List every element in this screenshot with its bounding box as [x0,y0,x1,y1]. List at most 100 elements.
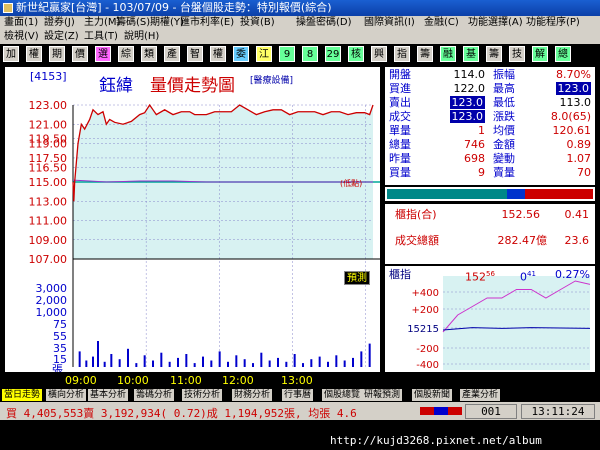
toolbar-button[interactable]: 29 [325,46,341,62]
volume-bar [185,354,188,367]
volume-bar [177,357,179,367]
menu-item[interactable]: 設定(Z) [44,30,79,44]
toolbar-button[interactable]: 核 [348,46,364,62]
toolbar-button[interactable]: 江 [256,46,272,62]
menu-item[interactable]: 期權(Y) [150,16,184,30]
y-tick-label: 113.00 [29,195,68,208]
toolbar-button[interactable]: 加 [3,46,19,62]
bvol-value: 9 [478,166,485,179]
toolbar-button[interactable]: 9 [279,46,295,62]
last-label: 成交 [389,110,411,123]
toolbar-button[interactable]: 8 [302,46,318,62]
menu-item[interactable]: 籌碼(S) [116,16,150,30]
toolbar-button[interactable]: 指 [394,46,410,62]
toolbar-button[interactable]: 籌 [417,46,433,62]
app-icon [3,3,13,13]
turnover-change: 23.6 [564,234,590,247]
menu-item[interactable]: 投資(B) [240,16,275,30]
high-value: 123.0 [555,82,591,95]
menu-item[interactable]: 檢視(V) [4,30,39,44]
toolbar-button[interactable]: 智 [187,46,203,62]
tab-item[interactable]: 研報預測 [362,389,404,401]
volume-bar [285,361,288,367]
volume-bar [118,359,121,367]
y-tick-label: 121.00 [29,118,68,131]
volume-bar [202,356,204,367]
toolbar-button[interactable]: 價 [72,46,88,62]
toolbar-button[interactable]: 籌 [486,46,502,62]
toolbar-button[interactable]: 權 [210,46,226,62]
amp-value: 8.70% [556,68,591,81]
y-tick-label: 109.00 [29,234,68,247]
volume-bar [235,355,238,367]
volume-bar [277,357,279,367]
tab-item[interactable]: 財務分析 [232,389,274,401]
volume-bar [103,361,106,367]
tab-item[interactable]: 行事曆 [282,389,315,401]
menu-item[interactable]: 畫面(1) [4,16,38,30]
toolbar-button[interactable]: 技 [509,46,525,62]
toolbar-button[interactable]: 綜 [118,46,134,62]
index-minichart-panel[interactable]: +400 +200 15215 -200 -400 櫃指 15256 041 0.27% [385,266,595,372]
tab-item[interactable]: 當日走勢 [2,389,44,401]
tab-item[interactable]: 技術分析 [182,389,224,401]
volume-bar [143,355,146,367]
toolbar-button[interactable]: 委 [233,46,249,62]
tab-item[interactable]: 籌碼分析 [134,389,176,401]
avg-label: 均價 [493,124,515,137]
volume-bar [193,363,196,367]
menu-item[interactable]: 說明(H) [124,30,159,44]
volume-bar [135,363,138,367]
toolbar-button[interactable]: 基 [463,46,479,62]
volume-bar [210,360,213,367]
volume-bar [152,360,154,367]
y-tick-label: 111.00 [29,215,68,228]
toolbar-button[interactable]: 類 [141,46,157,62]
menu-item[interactable]: 功能程序(P) [526,16,580,30]
menu-item[interactable]: 匯市利率(E) [180,16,234,30]
title-bar: 新世紀贏家[台灣] - 103/07/09 - 台盤個股走勢：特別報價(綜合) [0,0,600,16]
toolbar-button[interactable]: 選 [95,46,111,62]
index-chart-pct: 0.27% [555,268,590,281]
toolbar-button[interactable]: 產 [164,46,180,62]
volume-bar [243,359,246,367]
turn-value: 1.07 [566,152,592,165]
buy-sell-ratio-bar [385,187,595,201]
y-tick-label: 115.00 [29,176,68,189]
tab-item[interactable]: 個股新聞 [412,389,454,401]
toolbar-button[interactable]: 融 [440,46,456,62]
menu-item[interactable]: 工具(T) [84,30,118,44]
menu-item[interactable]: 證券(J) [44,16,75,30]
unit-label: 單量 [389,124,411,137]
toolbar-button[interactable]: 興 [371,46,387,62]
volume-bar [227,361,229,367]
svol-value: 70 [577,166,591,179]
menu-item[interactable]: 操盤密碼(D) [296,16,352,30]
toolbar-button[interactable]: 權 [26,46,42,62]
toolbar-button[interactable]: 總 [555,46,571,62]
yvol-value: 698 [464,152,485,165]
industry-label[interactable]: [醫療設備] [250,73,293,86]
x-tick-label: 13:00 [281,374,313,387]
menu-item[interactable]: 國際資訊(I) [364,16,415,30]
otc-index-value: 152.56 [501,208,541,221]
price-chart-panel[interactable]: 107.00 109.00 111.00 113.00 115.00 116.50 117.… [5,67,380,372]
tab-item[interactable]: 產業分析 [460,389,502,401]
toolbar-button[interactable]: 解 [532,46,548,62]
avg-value: 120.61 [552,124,592,137]
volume-bar [97,341,99,367]
index-tick-label: +200 [412,305,439,316]
forecast-button[interactable]: 預測 [344,271,370,285]
menu-item[interactable]: 功能選擇(A) [468,16,523,30]
amt-value: 0.89 [566,138,592,151]
x-tick-label: 11:00 [170,374,202,387]
tab-item[interactable]: 基本分析 [88,389,130,401]
otc-index-label: 櫃指(合) [395,208,437,221]
bid-label: 買進 [389,82,411,95]
tab-item[interactable]: 個股總覽 [322,389,364,401]
toolbar-button[interactable]: 期 [49,46,65,62]
tab-item[interactable]: 橫向分析 [46,389,88,401]
menu-item[interactable]: 金融(C) [424,16,459,30]
menu-item[interactable]: 主力(M) [84,16,120,30]
price-volume-chart[interactable]: 107.00109.00111.00113.00115.00116.50117.… [5,67,380,372]
